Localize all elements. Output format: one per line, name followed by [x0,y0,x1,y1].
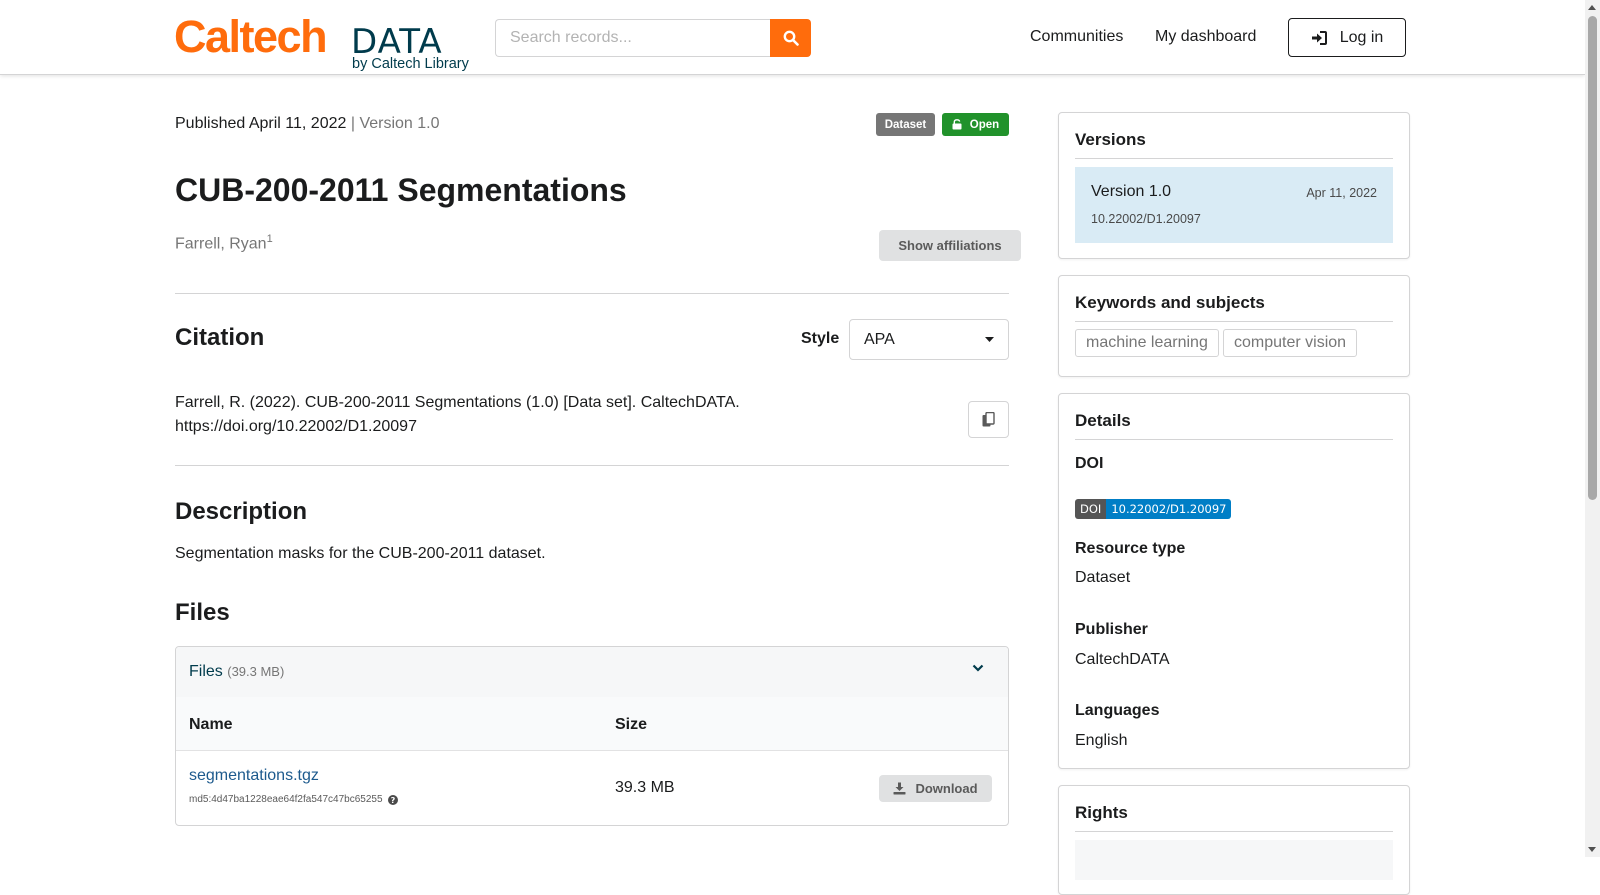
files-panel: Files (39.3 MB) Name Size segmentations.… [175,646,1009,826]
nav-communities-link[interactable]: Communities [1030,27,1123,47]
record-title: CUB-200-2011 Segmentations [175,172,627,208]
citation-heading: Citation [175,324,265,351]
citation-doi-line: https://doi.org/10.22002/D1.20097 [175,417,417,435]
download-icon [893,782,906,795]
column-header-name: Name [189,716,233,733]
language-value: English [1075,732,1128,749]
caltechdata-logo[interactable]: Caltech DATA by Caltech Library [174,12,474,74]
versions-card: Versions Version 1.0 Apr 11, 2022 10.220… [1058,112,1410,259]
versions-title: Versions [1075,129,1393,159]
access-status-label: Open [969,118,1000,131]
details-title: Details [1075,410,1393,440]
files-heading: Files [175,599,230,626]
version-name: Version 1.0 [1091,183,1172,200]
citation-style-select[interactable]: APA [849,319,1009,360]
scroll-up-arrow-icon[interactable] [1588,5,1596,10]
unlock-icon [952,119,962,130]
description-heading: Description [175,498,308,525]
access-status-badge: Open [942,113,1009,136]
languages-label: Languages [1075,702,1160,719]
section-divider [175,465,1009,466]
doi-label: DOI [1075,455,1104,472]
keywords-card: Keywords and subjects machine learning c… [1058,275,1410,377]
search-icon [783,30,799,46]
keyword-tag[interactable]: machine learning [1075,329,1219,357]
description-text: Segmentation masks for the CUB-200-2011 … [175,545,546,562]
version-item[interactable]: Version 1.0 Apr 11, 2022 10.22002/D1.200… [1075,167,1393,243]
page-scrollbar[interactable] [1585,0,1600,857]
creator-name[interactable]: Farrell, Ryan1 [175,229,273,254]
keyword-tag[interactable]: computer vision [1223,329,1358,357]
doi-badge-value: 10.22002/D1.20097 [1106,499,1232,519]
chevron-down-icon [972,664,984,672]
copy-citation-button[interactable] [968,401,1009,438]
file-size: 39.3 MB [615,779,675,796]
doi-badge-key: DOI [1075,499,1107,519]
column-header-size: Size [615,716,648,733]
files-total-size: (39.3 MB) [227,664,285,679]
files-table-header: Name Size [176,697,1008,751]
copy-icon [982,412,995,427]
logo-tagline: by Caltech Library [352,56,469,72]
rights-content [1075,840,1393,880]
login-label: Log in [1339,28,1384,46]
files-panel-title: Files [189,663,223,680]
scrollbar-thumb[interactable] [1588,16,1597,500]
version-doi: 10.22002/D1.20097 [1091,212,1201,226]
publication-info: Published April 11, 2022 | Version 1.0 [175,114,440,134]
nav-dashboard-link[interactable]: My dashboard [1155,27,1256,47]
resource-type-badge-label: Dataset [884,118,927,131]
file-checksum-text: md5:4d47ba1228eae64f2fa547c47bc65255 [189,794,383,805]
files-panel-toggle[interactable]: Files (39.3 MB) [176,647,1008,698]
resource-type-badge: Dataset [876,113,935,136]
logo-caltech-text: Caltech [174,11,328,62]
citation-text-line: Farrell, R. (2022). CUB-200-2011 Segment… [175,394,740,411]
download-button[interactable]: Download [879,775,992,802]
citation-text: Farrell, R. (2022). CUB-200-2011 Segment… [175,391,795,438]
rights-card: Rights [1058,785,1410,895]
file-name-link[interactable]: segmentations.tgz [189,766,319,786]
rights-title: Rights [1075,802,1393,832]
version-label: | Version 1.0 [350,115,440,132]
resource-type-label: Resource type [1075,540,1186,557]
search-input[interactable] [495,19,771,57]
search-button[interactable] [770,19,811,57]
scroll-down-arrow-icon[interactable] [1588,847,1596,852]
details-card: Details DOI DOI 10.22002/D1.20097 Resour… [1058,393,1410,769]
keywords-title: Keywords and subjects [1075,292,1393,322]
publisher-label: Publisher [1075,621,1148,638]
section-divider [175,293,1009,294]
publisher-value: CaltechDATA [1075,651,1170,668]
caret-down-icon [985,337,994,342]
show-affiliations-button[interactable]: Show affiliations [879,230,1021,261]
svg-text:?: ? [390,796,395,805]
resource-type-value: Dataset [1075,569,1131,586]
file-checksum: md5:4d47ba1228eae64f2fa547c47bc65255 ? [189,794,398,806]
affiliation-ref: 1 [266,233,273,245]
files-panel-label: Files (39.3 MB) [189,662,284,682]
version-date: Apr 11, 2022 [1306,186,1377,200]
login-button[interactable]: Log in [1288,18,1406,57]
site-header: Caltech DATA by Caltech Library Communit… [0,0,1585,75]
published-date: Published April 11, 2022 [175,115,347,132]
citation-style-label: Style [801,330,840,347]
download-label: Download [915,781,978,796]
sign-in-icon [1311,30,1327,45]
doi-badge[interactable]: DOI 10.22002/D1.20097 [1075,499,1232,519]
question-circle-icon[interactable]: ? [387,795,398,805]
creator-name-text: Farrell, Ryan [175,235,267,253]
citation-style-value: APA [864,330,895,348]
